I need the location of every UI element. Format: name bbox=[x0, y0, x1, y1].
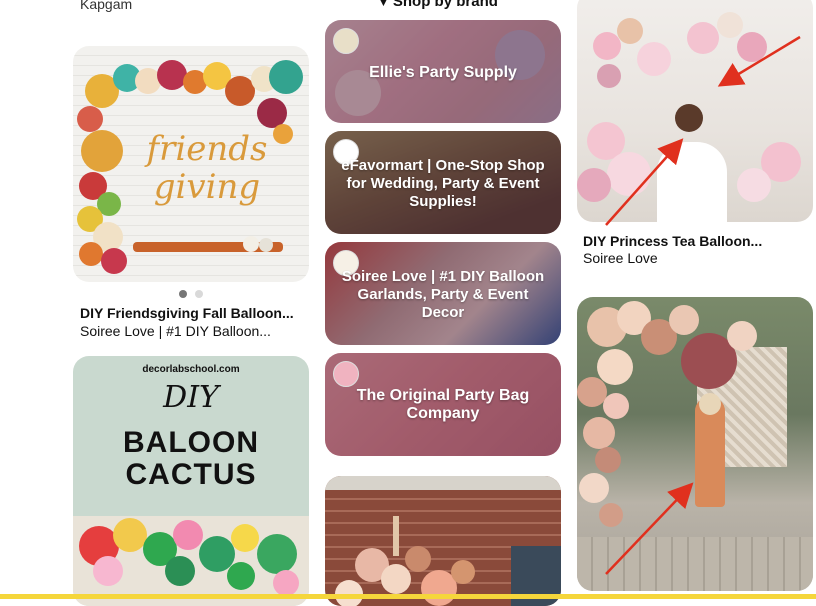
bottom-accent-bar bbox=[0, 594, 816, 599]
cactus-line3-text: CACTUS bbox=[125, 458, 257, 491]
friendsgiving-pin-subtitle[interactable]: Soiree Love | #1 DIY Balloon... bbox=[80, 323, 271, 339]
friendsgiving-script-text: friends giving bbox=[146, 129, 268, 207]
carousel-dot-2[interactable] bbox=[195, 290, 203, 298]
brand-name-ellies: Ellie's Party Supply bbox=[369, 64, 517, 81]
chevron-down-icon: ▼ bbox=[378, 0, 389, 9]
brand-name-party-bag: The Original Party Bag Company bbox=[356, 387, 530, 422]
brand-card-efavormart[interactable]: eFavormart | One-Stop Shop for Wedding, … bbox=[325, 131, 561, 234]
cactus-line2-text: BALOON bbox=[123, 426, 259, 459]
shop-by-brand-heading: ▼ Shop by brand bbox=[378, 0, 498, 10]
party-bag-logo-icon bbox=[333, 361, 359, 387]
carousel-dot-1[interactable] bbox=[179, 290, 187, 298]
princess-pin-subtitle[interactable]: Soiree Love bbox=[583, 250, 658, 266]
brand-name-soiree-love: Soiree Love | #1 DIY Balloon Garlands, P… bbox=[341, 268, 545, 321]
brand-name-efavormart: eFavormart | One-Stop Shop for Wedding, … bbox=[341, 157, 545, 210]
brand-card-ellies-party-supply[interactable]: Ellie's Party Supply bbox=[325, 20, 561, 123]
brand-card-party-bag-company[interactable]: The Original Party Bag Company bbox=[325, 353, 561, 456]
balloon-arch-deck-pin-image[interactable] bbox=[577, 297, 813, 591]
brand-card-soiree-love[interactable]: Soiree Love | #1 DIY Balloon Garlands, P… bbox=[325, 242, 561, 345]
balloon-arch-brick-pin-image[interactable] bbox=[325, 476, 561, 606]
princess-tea-pin-image[interactable] bbox=[577, 0, 813, 222]
cactus-diy-text: DIY bbox=[163, 380, 219, 415]
ellie-logo-icon bbox=[333, 28, 359, 54]
friendsgiving-pin-image[interactable]: friends giving bbox=[73, 46, 309, 282]
top-cut-caption: Kapgam bbox=[80, 0, 133, 12]
cactus-site-text: decorlabschool.com bbox=[142, 364, 240, 375]
princess-pin-title[interactable]: DIY Princess Tea Balloon... bbox=[583, 233, 762, 249]
balloon-cactus-pin-image[interactable]: decorlabschool.com DIY BALOON CACTUS bbox=[73, 356, 309, 606]
friendsgiving-pin-title[interactable]: DIY Friendsgiving Fall Balloon... bbox=[80, 305, 294, 321]
